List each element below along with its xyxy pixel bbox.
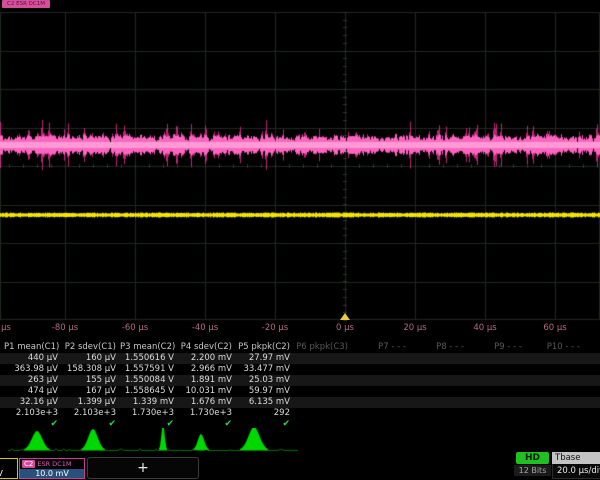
time-axis-label: 40 µs	[473, 323, 496, 333]
measure-param-header[interactable]: P10 - - -	[526, 342, 580, 353]
c2-scale: 10.0 mV	[20, 469, 84, 478]
measure-value: 25.03 mV	[236, 375, 290, 386]
time-axis-label: -60 µs	[122, 323, 148, 333]
measure-param-header[interactable]: P8 - - -	[410, 342, 464, 353]
c2-label: C2	[22, 460, 35, 468]
measure-value: 2.966 mV	[178, 364, 232, 375]
measurement-histicons[interactable]	[0, 428, 310, 455]
measure-row-max: 474 µV 167 µV 1.558645 V 10.031 mV 59.97 mV	[0, 386, 600, 397]
measure-param-header[interactable]: P7 - - -	[352, 342, 406, 353]
measure-value: 263 µV	[4, 375, 58, 386]
measure-row-num: 2.103e+3 2.103e+3 1.730e+3 1.730e+3 292	[0, 408, 600, 419]
measure-value: 1.891 mV	[178, 375, 232, 386]
measure-value: 1.399 µV	[62, 397, 116, 408]
measure-value: 10.031 mV	[178, 386, 232, 397]
timebase-descriptor[interactable]: Tbase 20.0 µs/div	[552, 452, 600, 479]
measure-value: 1.676 mV	[178, 397, 232, 408]
measure-value: 1.730e+3	[120, 408, 174, 419]
measure-value: 158.308 µV	[62, 364, 116, 375]
measure-param-header[interactable]: P2 sdev(C1)	[62, 342, 116, 353]
plus-icon: +	[137, 460, 149, 476]
timebase-value: 20.0 µs/div	[552, 464, 600, 479]
measure-value: 1.557591 V	[120, 364, 174, 375]
channel-descriptor-c2[interactable]: C2 ESR DC1M 10.0 mV	[19, 458, 85, 479]
measure-value: 363.98 µV	[4, 364, 58, 375]
trace-annotation-badge: C2 ESR DC1M	[2, 0, 50, 8]
measure-header-row: P1 mean(C1) P2 sdev(C1) P3 mean(C2) P4 sdev…	[0, 342, 600, 353]
measure-row-sdev: 32.16 µV 1.399 µV 1.339 mV 1.676 mV 6.135 mV	[0, 397, 600, 408]
add-trace-button[interactable]: +	[87, 457, 199, 479]
measure-value: 1.558645 V	[120, 386, 174, 397]
measure-param-header[interactable]: P6 pkpk(C3)	[294, 342, 348, 353]
measure-value: 33.477 mV	[236, 364, 290, 375]
measure-value: 292	[236, 408, 290, 419]
measure-param-header[interactable]: P9 - - -	[468, 342, 522, 353]
timebase-title: Tbase	[552, 452, 600, 464]
waveform-grid-area[interactable]	[0, 0, 600, 340]
time-axis-label: -80 µs	[52, 323, 78, 333]
channel-descriptor-c1[interactable]: C1 DC1M 10.0 mV	[0, 458, 18, 479]
measure-param-header[interactable]: P1 mean(C1)	[4, 342, 58, 353]
measure-row-value: 440 µV 160 µV 1.550616 V 2.200 mV 27.97 mV	[0, 353, 600, 364]
measure-row-mean: 363.98 µV 158.308 µV 1.557591 V 2.966 mV 33.…	[0, 364, 600, 375]
measure-value: 2.103e+3	[62, 408, 116, 419]
measure-value: 160 µV	[62, 353, 116, 364]
measurement-table[interactable]: P1 mean(C1) P2 sdev(C1) P3 mean(C2) P4 sdev…	[0, 342, 600, 430]
time-axis-label: -20 µs	[262, 323, 288, 333]
time-axis-label: -40 µs	[192, 323, 218, 333]
measure-value: 1.550084 V	[120, 375, 174, 386]
c2-coupling: ESR DC1M	[37, 460, 71, 468]
measure-value: 6.135 mV	[236, 397, 290, 408]
time-axis-label: 60 µs	[543, 323, 566, 333]
hd-bits-label: 12 Bits	[514, 465, 551, 476]
measure-value: 474 µV	[4, 386, 58, 397]
hd-mode-badge[interactable]: HD	[516, 452, 549, 464]
measure-value: 2.103e+3	[4, 408, 58, 419]
measure-value: 59.97 mV	[236, 386, 290, 397]
measure-value: 167 µV	[62, 386, 116, 397]
trigger-position-marker[interactable]	[340, 313, 350, 320]
measure-value: 32.16 µV	[4, 397, 58, 408]
measure-value: 1.730e+3	[178, 408, 232, 419]
time-axis-label: -100 µs	[0, 323, 11, 333]
measure-value: 1.550616 V	[120, 353, 174, 364]
time-axis-label: 0 µs	[336, 323, 354, 333]
measure-param-header[interactable]: P5 pkpk(C2)	[236, 342, 290, 353]
time-axis-label: 20 µs	[403, 323, 426, 333]
oscilloscope-screen: C2 ESR DC1M -100 µs -80 µs -60 µs -40 µs -20…	[0, 0, 600, 480]
measure-row-min: 263 µV 155 µV 1.550084 V 1.891 mV 25.03 mV	[0, 375, 600, 386]
measure-value: 1.339 mV	[120, 397, 174, 408]
measure-value: 27.97 mV	[236, 353, 290, 364]
measure-param-header[interactable]: P3 mean(C2)	[120, 342, 174, 353]
measure-param-header[interactable]: P4 sdev(C2)	[178, 342, 232, 353]
measure-value: 155 µV	[62, 375, 116, 386]
measure-value: 440 µV	[4, 353, 58, 364]
measure-value: 2.200 mV	[178, 353, 232, 364]
c1-scale: 10.0 mV	[0, 469, 17, 478]
